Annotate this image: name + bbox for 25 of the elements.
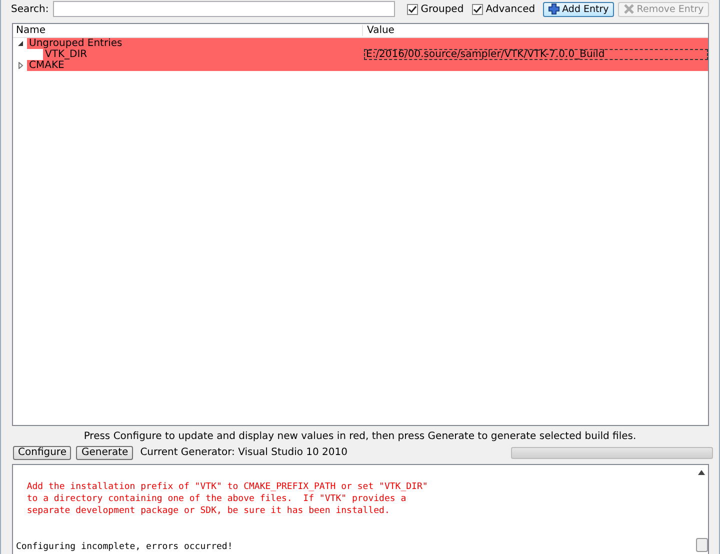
entry-name[interactable]: VTK_DIR (43, 49, 364, 60)
checkbox[interactable] (406, 4, 418, 14)
add-entry-button[interactable]: Add Entry (543, 2, 614, 16)
generator-label: Current Generator: Visual Studio 10 2010 (140, 447, 348, 458)
column-header[interactable]: Name (13, 25, 363, 36)
search-field[interactable] (52, 1, 395, 17)
search-label: Search: (11, 4, 49, 14)
scroll-thumb[interactable] (696, 538, 708, 552)
configure-button[interactable]: Configure (13, 446, 72, 460)
plus-icon (548, 3, 560, 15)
group-name[interactable]: CMAKE (27, 60, 66, 71)
log-line: Configuring incomplete, errors occurred! (16, 541, 234, 553)
entry-value[interactable]: E:/2016/00.source/sampler/VTK/VTK-7.0.0_Build (364, 49, 708, 60)
log-line: to a directory containing one of the above files. If "VTK" provides a (26, 493, 408, 505)
checkbox-label: Grouped (420, 4, 464, 14)
generate-button[interactable]: Generate (76, 446, 134, 460)
checkbox-label: Advanced (486, 4, 536, 14)
cross-icon (622, 3, 635, 15)
checkbox[interactable] (472, 4, 483, 14)
column-header[interactable]: Value (363, 25, 394, 36)
log-line: separate development package or SDK, be sure it has been installed. (26, 505, 391, 517)
group-name[interactable]: Ungrouped Entries (27, 38, 124, 49)
scroll-up-icon[interactable] (698, 470, 705, 475)
hint-text: Press Configure to update and display new values in red, then press Generate to generate selected build files. (82, 430, 638, 444)
log-line: Add the installation prefix of "VTK" to CMAKE_PREFIX_PATH or set "VTK_DIR" (26, 481, 429, 493)
